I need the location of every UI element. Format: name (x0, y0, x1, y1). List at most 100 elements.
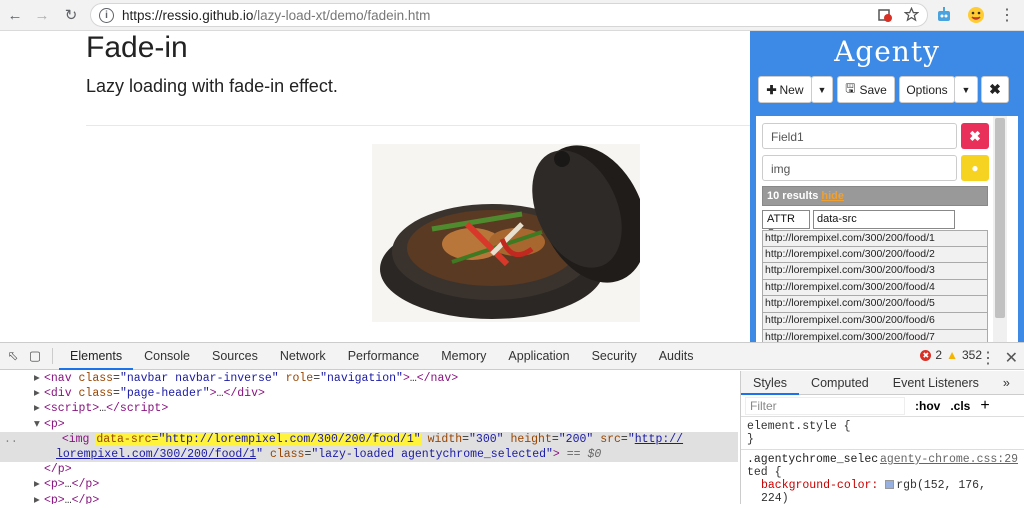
device-toolbar-icon[interactable]: ▢ (24, 345, 46, 367)
options-dropdown-button[interactable]: ▼ (954, 76, 978, 103)
emoji-extension-icon[interactable] (967, 6, 985, 24)
results-bar: 10 results hide (762, 186, 988, 206)
error-icon: ✖ (920, 349, 932, 361)
tab-network[interactable]: Network (269, 343, 337, 370)
hide-link[interactable]: hide (821, 190, 844, 202)
close-panel-button[interactable]: ✖ (981, 76, 1009, 103)
agenty-logo: Agenty (834, 35, 940, 68)
tree-line[interactable]: ▸ <script>…</script> (0, 401, 738, 416)
styles-filter-input[interactable]: Filter (745, 396, 905, 415)
tree-line[interactable]: </p> (0, 462, 738, 477)
tab-elements[interactable]: Elements (59, 343, 134, 370)
new-dropdown-button[interactable]: ▼ (811, 76, 833, 103)
info-icon[interactable]: i (99, 7, 114, 23)
console-counts[interactable]: ✖ 2 ▲ 352 (920, 348, 982, 362)
tree-line[interactable]: ▸ <nav class="navbar navbar-inverse" role… (0, 371, 738, 386)
list-item: http://lorempixel.com/300/200/food/4 (762, 279, 988, 297)
list-item: http://lorempixel.com/300/200/food/1 (762, 230, 988, 247)
tab-computed[interactable]: Computed (799, 371, 881, 395)
tree-line[interactable]: ▸ <p>…</p> (0, 493, 738, 505)
warning-icon: ▲ (946, 348, 958, 362)
tab-application[interactable]: Application (497, 343, 580, 370)
caret-down-icon: ▼ (961, 84, 971, 95)
tree-line[interactable]: ▾ <p> (0, 417, 738, 432)
save-icon: 🖫 (845, 81, 856, 95)
close-icon: ✖ (969, 127, 981, 144)
color-swatch[interactable] (885, 480, 895, 490)
add-rule-icon[interactable]: + (980, 397, 989, 415)
plus-icon: ✚ (766, 82, 777, 97)
element-style-block[interactable]: element.style { } (741, 417, 1024, 449)
agenty-body: Field1 ✖ img ● 10 resultshide ATTR ▼ dat… (756, 116, 1018, 342)
more-menu-icon[interactable]: ⋮ (980, 348, 996, 368)
rule-block[interactable]: .agentychrome_selec agenty-chrome.css:29 … (741, 450, 1024, 508)
triangle-right-icon[interactable]: ▸ (34, 386, 44, 401)
address-bar[interactable]: i https://ressio.github.io/lazy-load-xt/… (90, 3, 928, 27)
tab-security[interactable]: Security (581, 343, 648, 370)
browser-toolbar: ← → ↻ i https://ressio.github.io/lazy-lo… (0, 0, 1024, 31)
tab-console[interactable]: Console (133, 343, 201, 370)
attr-value-input[interactable]: data-src (813, 210, 955, 229)
tree-line[interactable]: ▸ <p>…</p> (0, 477, 738, 492)
tab-event-listeners[interactable]: Event Listeners (881, 371, 991, 395)
rule-source-link[interactable]: agenty-chrome.css:29 (880, 453, 1018, 466)
agenty-panel: Agenty ✚ New ▼ 🖫 Save Options ▼ ✖ Field1 ✖… (750, 31, 1024, 342)
attr-select[interactable]: ATTR ▼ (762, 210, 810, 236)
styles-pane: Styles Computed Event Listeners » Filter… (740, 371, 1024, 505)
list-item: http://lorempixel.com/300/200/food/7 (762, 329, 988, 342)
hov-toggle[interactable]: :hov (915, 399, 940, 413)
inspect-element-icon[interactable]: ⬁ (2, 345, 24, 367)
tree-line-selected[interactable]: lorempixel.com/300/200/food/1" class="la… (0, 446, 738, 463)
robot-extension-icon[interactable] (935, 6, 953, 24)
scrollbar-thumb[interactable] (995, 118, 1005, 318)
more-tabs-icon[interactable]: » (991, 371, 1022, 395)
close-icon: ✖ (989, 81, 1001, 97)
elements-tree[interactable]: ▸ <nav class="navbar navbar-inverse" role… (0, 371, 738, 504)
url-text: https://ressio.github.io/lazy-load-xt/de… (122, 7, 431, 23)
page-lead: Lazy loading with fade-in effect. (86, 76, 338, 96)
devtools-tabbar: ⬁ ▢ Elements Console Sources Network Per… (0, 343, 1024, 370)
tab-audits[interactable]: Audits (648, 343, 705, 370)
field-name-input[interactable]: Field1 (762, 123, 957, 149)
triangle-right-icon[interactable]: ▸ (34, 493, 44, 505)
tree-line-selected[interactable]: .. <img data-src="http://lorempixel.com/3… (0, 431, 738, 447)
divider (86, 125, 750, 126)
back-icon[interactable]: ← (4, 4, 26, 26)
menu-icon[interactable]: ⋮ (999, 5, 1015, 25)
save-button[interactable]: 🖫 Save (837, 76, 895, 103)
page-title: Fade-in (86, 31, 188, 64)
selector-input[interactable]: img (762, 155, 957, 181)
close-devtools-icon[interactable]: ✕ (1005, 348, 1018, 368)
list-item: http://lorempixel.com/300/200/food/2 (762, 246, 988, 264)
list-item: http://lorempixel.com/300/200/food/3 (762, 263, 988, 280)
tab-styles[interactable]: Styles (741, 371, 800, 395)
blocked-popup-icon[interactable] (878, 8, 892, 22)
tab-memory[interactable]: Memory (430, 343, 497, 370)
forward-icon[interactable]: → (31, 4, 53, 26)
styles-filter-row: Filter :hov .cls + (741, 395, 1024, 417)
delete-field-button[interactable]: ✖ (961, 123, 989, 149)
triangle-down-icon[interactable]: ▾ (34, 417, 44, 432)
list-item: http://lorempixel.com/300/200/food/5 (762, 296, 988, 313)
results-list: http://lorempixel.com/300/200/food/1 htt… (762, 230, 988, 342)
cls-toggle[interactable]: .cls (950, 399, 970, 413)
new-button[interactable]: ✚ New (758, 76, 812, 103)
divider (52, 348, 53, 364)
list-item: http://lorempixel.com/300/200/food/6 (762, 312, 988, 330)
devtools-panel: ⬁ ▢ Elements Console Sources Network Per… (0, 342, 1024, 505)
triangle-right-icon[interactable]: ▸ (34, 477, 44, 492)
tree-line[interactable]: ▸ <div class="page-header">…</div> (0, 386, 738, 401)
tab-sources[interactable]: Sources (201, 343, 269, 370)
triangle-right-icon[interactable]: ▸ (34, 371, 44, 386)
bookmark-star-icon[interactable] (904, 7, 919, 22)
triangle-right-icon[interactable]: ▸ (34, 401, 44, 416)
tab-performance[interactable]: Performance (337, 343, 431, 370)
panel-scrollbar[interactable] (993, 116, 1007, 342)
caret-down-icon: ▼ (817, 84, 827, 95)
options-button[interactable]: Options (899, 76, 955, 103)
pick-element-button[interactable]: ● (961, 155, 989, 181)
styles-tabbar: Styles Computed Event Listeners » (741, 371, 1024, 395)
food-image (372, 144, 640, 322)
sun-icon: ● (971, 161, 979, 175)
reload-icon[interactable]: ↻ (60, 4, 82, 26)
